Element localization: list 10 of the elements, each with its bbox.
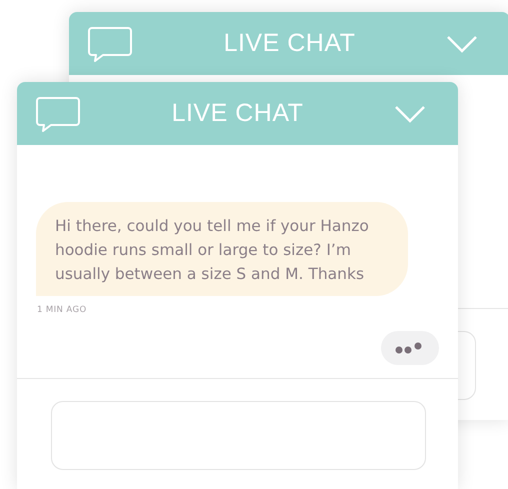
speech-bubble-icon [88,26,132,62]
chevron-icon[interactable] [395,104,425,122]
speech-bubble-icon [36,96,80,132]
message-bubble: Hi there, could you tell me if your Hanzo hoodie runs small or large to size? I’m usually between a size S and M. Thanks [36,202,408,296]
message-input-field[interactable] [51,401,426,470]
timestamp: 1 MIN AGO [37,304,88,317]
message-input-field[interactable] [458,331,476,400]
window-title: LIVE CHAT [224,28,356,59]
window-title: LIVE CHAT [172,98,304,129]
chevron-icon[interactable] [447,34,477,52]
